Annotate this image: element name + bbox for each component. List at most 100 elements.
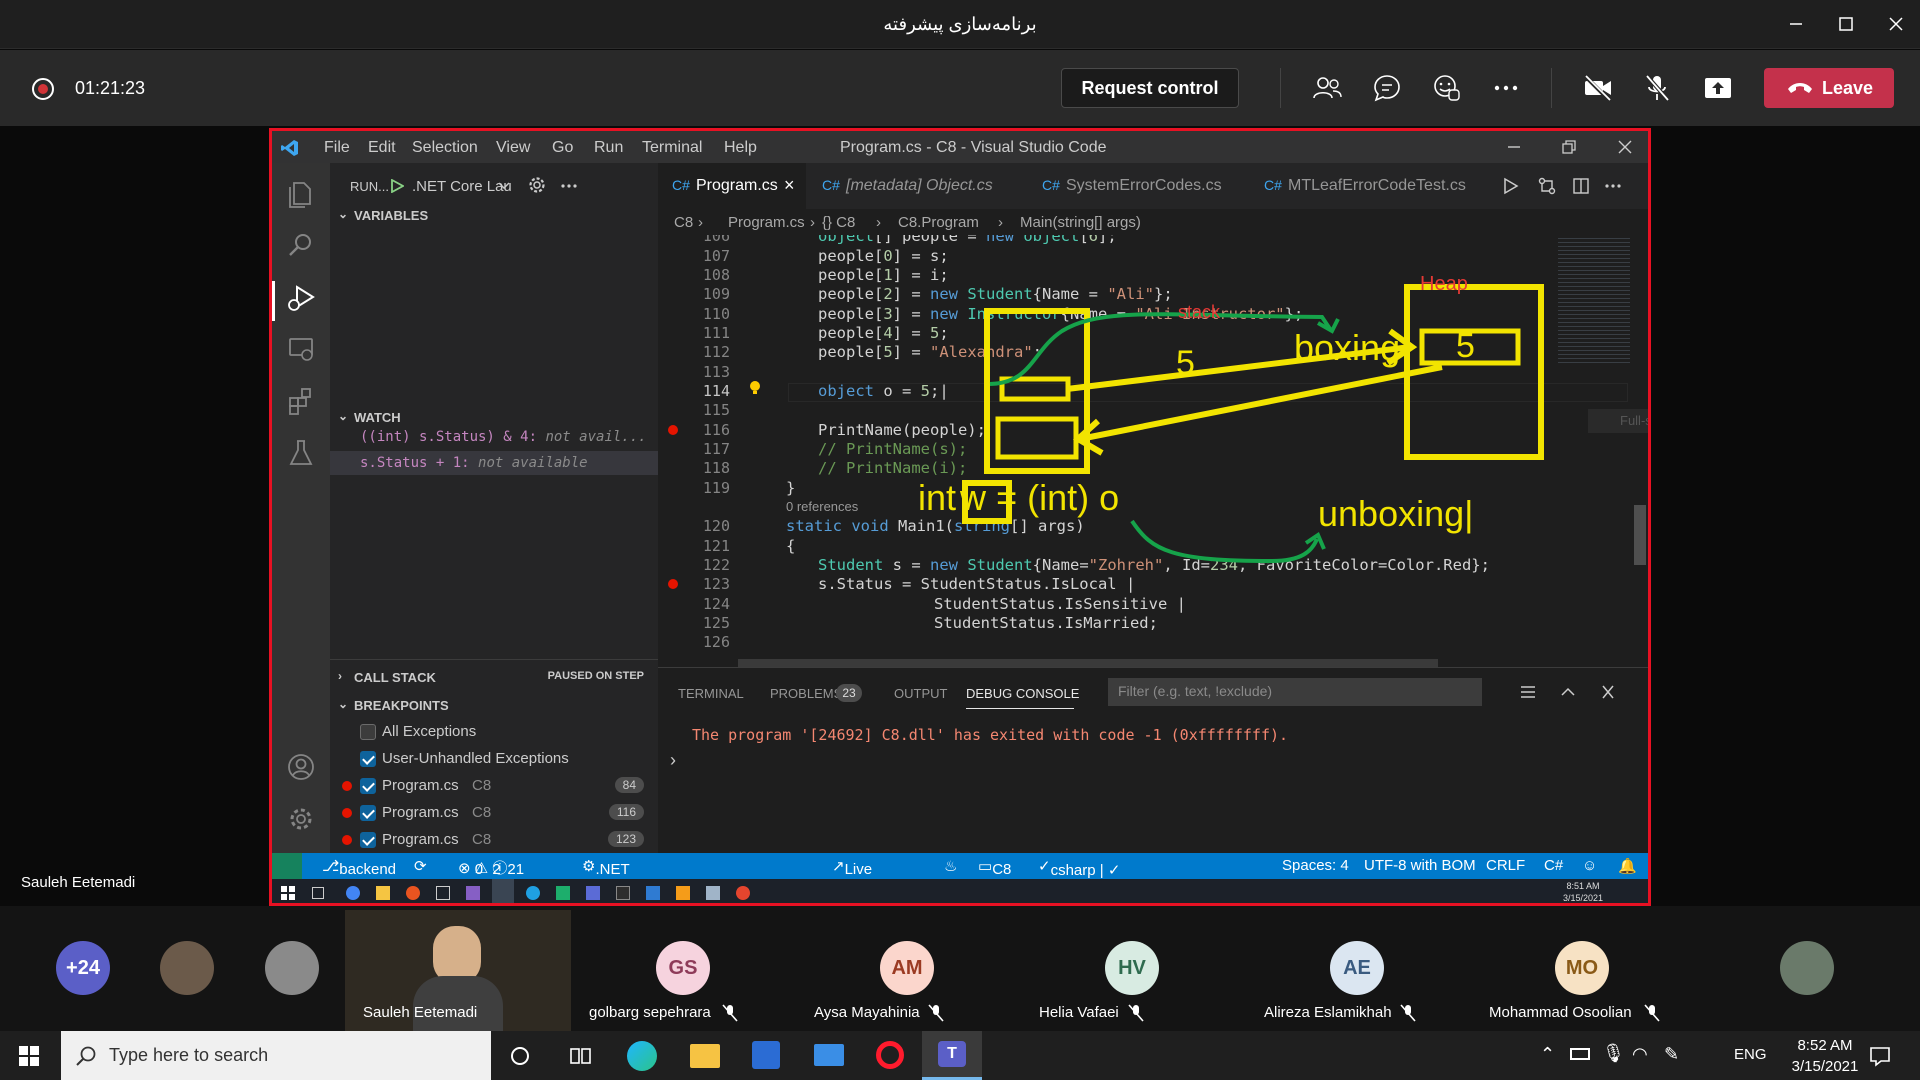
status-live-share[interactable]: ↗ Live Share [832,857,885,895]
leave-button[interactable]: Leave [1764,68,1894,108]
avatar-initials: HV [1118,957,1146,979]
status-problems[interactable]: ⊗ 0 ⚠ 2 ⓘ 21 [458,857,524,878]
search-icon [76,1046,96,1066]
file-explorer-app-icon[interactable] [690,1044,720,1068]
terminal-app-icon[interactable] [616,886,630,900]
avatar[interactable] [160,941,214,995]
remote-indicator[interactable] [272,853,302,879]
heap-annotation: Heap [1420,273,1468,295]
reactions-icon[interactable] [1431,72,1463,104]
taskbar-clock[interactable]: 8:52 AM 3/15/2021 [1780,1035,1870,1077]
tab-output[interactable]: OUTPUT [894,686,947,701]
tab-terminal[interactable]: TERMINAL [678,686,744,701]
input-language[interactable]: ENG [1734,1046,1767,1063]
console-prompt-icon[interactable]: › [670,750,676,771]
phone-hangup-icon [1788,83,1812,93]
notifications-bell-icon[interactable]: 🔔 [1618,857,1637,875]
app-icon[interactable] [736,886,750,900]
maximize-icon[interactable] [1834,12,1858,36]
avatar[interactable] [265,941,319,995]
active-tab-underline [966,708,1074,709]
status-language[interactable]: C# [1544,857,1563,874]
status-language-check[interactable]: ✓ csharp | ✓ Program.cs [1038,857,1127,896]
edge-app-icon[interactable] [526,886,540,900]
avatar[interactable]: HV [1105,941,1159,995]
mic-muted-icon [1400,1004,1416,1022]
green-arrow [989,312,1332,386]
task-view-icon[interactable] [312,887,324,899]
avatar[interactable]: MO [1555,941,1609,995]
avatar[interactable]: AE [1330,941,1384,995]
clear-console-icon[interactable] [1520,685,1536,699]
more-options-icon[interactable] [1490,72,1522,104]
sync-icon[interactable]: ⟳ [414,857,427,875]
search-placeholder: Type here to search [109,1045,269,1065]
mic-muted-icon [1644,1004,1660,1022]
app-icon[interactable] [556,886,570,900]
visual-studio-app-icon[interactable] [466,886,480,900]
chat-icon[interactable] [1371,72,1403,104]
task-view-icon[interactable] [568,1044,592,1068]
problems-count-badge: 23 [836,684,862,702]
app-icon[interactable] [586,886,600,900]
chrome-app-icon[interactable] [346,886,360,900]
taskbar-search-box[interactable]: Type here to search [61,1031,491,1080]
mic-muted-icon [722,1004,738,1022]
app-icon[interactable] [676,886,690,900]
avatar[interactable]: GS [656,941,710,995]
windows-start-icon[interactable] [18,1045,40,1067]
overflow-participants-button[interactable]: +24 [56,941,110,995]
app-icon[interactable] [706,886,720,900]
action-center-icon[interactable] [1868,1044,1892,1068]
avatar-initials: AE [1343,957,1371,979]
avatar[interactable] [1780,941,1834,995]
status-bar: ⎇ backend ⟳ ⊗ 0 ⚠ 2 ⓘ 21 ⚙ .NET Core Lau… [272,853,1648,903]
pen-icon[interactable]: ✎ [1664,1044,1679,1065]
share-screen-icon[interactable] [1702,72,1734,104]
wifi-icon[interactable]: ◠ [1632,1044,1648,1065]
app-icon[interactable] [436,886,450,900]
self-video-tile[interactable]: Sauleh Eetemadi [345,910,571,1031]
mic-off-icon[interactable] [1641,72,1673,104]
status-folder[interactable]: ▭ C8 [978,857,1011,878]
avatar[interactable]: AM [880,941,934,995]
edge-app-icon[interactable] [627,1041,657,1071]
show-hidden-icons-icon[interactable]: ⌃ [1540,1044,1555,1065]
tab-problems[interactable]: PROBLEMS [770,686,842,701]
presenter-name: Sauleh Eetemadi [21,874,136,891]
close-icon[interactable] [1884,12,1908,36]
windows-start-icon[interactable] [280,885,296,901]
filter-input[interactable]: Filter (e.g. text, !exclude) [1108,678,1482,706]
mic-icon[interactable]: 🎙 [1602,1043,1625,1064]
avatar-initials: AM [891,957,923,979]
teams-app-icon-active[interactable]: T [922,1031,982,1080]
status-flame-icon[interactable]: ♨ [944,857,957,875]
camera-off-icon[interactable] [1582,72,1614,104]
mail-app-icon[interactable] [814,1044,844,1066]
shared-vscode-window[interactable]: File Edit Selection View Go Run Terminal… [269,128,1651,906]
status-branch[interactable]: ⎇ backend [322,857,396,878]
tab-debug-console[interactable]: DEBUG CONSOLE [966,686,1079,701]
status-eol[interactable]: CRLF [1486,857,1525,874]
app-icon[interactable] [646,886,660,900]
cortana-icon[interactable] [508,1044,532,1068]
file-explorer-app-icon[interactable] [376,886,390,900]
mic-muted-icon [1128,1004,1144,1022]
feedback-icon[interactable]: ☺ [1582,857,1597,874]
store-app-icon[interactable] [752,1041,780,1069]
opera-app-icon[interactable] [876,1041,904,1069]
status-encoding[interactable]: UTF-8 with BOM [1364,857,1476,874]
vscode-app-icon-active[interactable] [492,879,514,903]
request-control-button[interactable]: Request control [1061,68,1239,108]
status-spaces[interactable]: Spaces: 4 [1282,857,1349,874]
maximize-panel-icon[interactable] [1560,685,1576,699]
int-w-annotation: int w = (int) o [918,477,1120,518]
status-launch-config[interactable]: ⚙ .NET Core Launch (console) (C8) [582,857,645,903]
unboxing-annotation: unboxing| [1318,493,1474,534]
minimize-icon[interactable] [1784,12,1808,36]
close-panel-icon[interactable] [1600,685,1616,699]
battery-icon[interactable] [1570,1048,1590,1060]
ubuntu-app-icon[interactable] [406,886,420,900]
meeting-control-bar [0,50,1920,126]
participants-icon[interactable] [1311,72,1343,104]
